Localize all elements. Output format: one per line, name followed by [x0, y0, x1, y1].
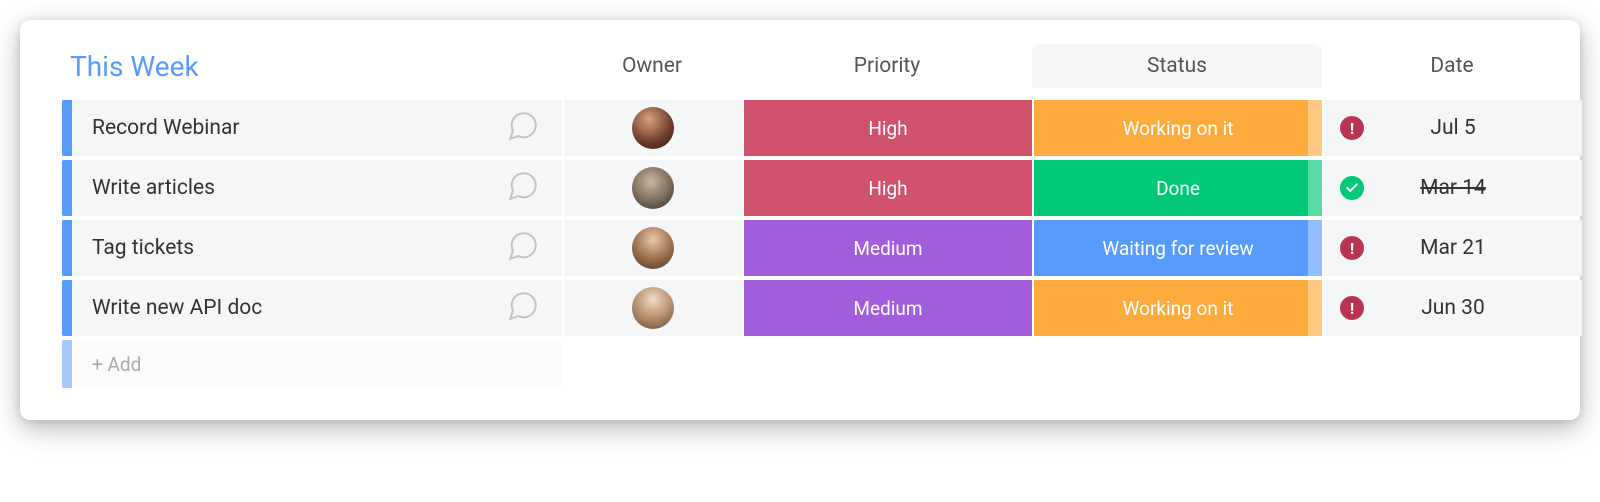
date-cell[interactable]: ! Jun 30 [1324, 280, 1582, 336]
status-column-highlight [1308, 160, 1322, 216]
status-column-highlight [1308, 280, 1322, 336]
avatar [632, 107, 674, 149]
task-name: Write new API doc [92, 296, 262, 320]
table-row: Record Webinar High Working on it! Jul 5 [62, 100, 1544, 156]
status-label: Waiting for review [1102, 237, 1253, 260]
col-header-status[interactable]: Status [1032, 44, 1322, 88]
task-name-cell[interactable]: Write articles [62, 160, 562, 216]
date-cell[interactable]: Mar 14 [1324, 160, 1582, 216]
group-title[interactable]: This Week [62, 50, 562, 83]
col-header-owner[interactable]: Owner [562, 44, 742, 88]
date-text: Jun 30 [1421, 296, 1485, 320]
owner-cell[interactable] [564, 160, 742, 216]
comment-icon[interactable] [506, 229, 540, 267]
date-text: Mar 14 [1420, 176, 1486, 200]
table-row: Tag tickets Medium Waiting for review! Mar … [62, 220, 1544, 276]
avatar [632, 167, 674, 209]
add-item-button[interactable]: + Add [62, 340, 562, 388]
table-row: Write articles High Done Mar 14 [62, 160, 1544, 216]
comment-icon[interactable] [506, 169, 540, 207]
priority-label: Medium [853, 297, 922, 320]
alert-icon: ! [1340, 116, 1364, 140]
table-row: Write new API doc Medium Working on it! Jun… [62, 280, 1544, 336]
priority-label: Medium [853, 237, 922, 260]
priority-label: High [868, 177, 907, 200]
avatar [632, 287, 674, 329]
comment-icon[interactable] [506, 289, 540, 327]
row-handle[interactable] [62, 280, 72, 336]
date-cell[interactable]: ! Mar 21 [1324, 220, 1582, 276]
alert-icon: ! [1340, 236, 1364, 260]
add-label: + Add [92, 353, 141, 376]
task-name-cell[interactable]: Tag tickets [62, 220, 562, 276]
owner-cell[interactable] [564, 100, 742, 156]
status-cell[interactable]: Working on it [1034, 100, 1322, 156]
status-label: Done [1156, 177, 1200, 200]
date-text: Mar 21 [1420, 236, 1486, 260]
owner-cell[interactable] [564, 220, 742, 276]
date-text: Jul 5 [1430, 116, 1475, 140]
alert-icon: ! [1340, 296, 1364, 320]
task-name: Write articles [92, 176, 215, 200]
status-cell[interactable]: Done [1034, 160, 1322, 216]
status-column-highlight [1308, 100, 1322, 156]
check-icon [1340, 176, 1364, 200]
priority-cell[interactable]: Medium [744, 280, 1032, 336]
status-label: Working on it [1123, 297, 1234, 320]
status-cell[interactable]: Working on it [1034, 280, 1322, 336]
col-header-date[interactable]: Date [1322, 44, 1582, 88]
row-handle[interactable] [62, 220, 72, 276]
comment-icon[interactable] [506, 109, 540, 147]
owner-cell[interactable] [564, 280, 742, 336]
date-cell[interactable]: ! Jul 5 [1324, 100, 1582, 156]
col-header-priority[interactable]: Priority [742, 44, 1032, 88]
priority-cell[interactable]: Medium [744, 220, 1032, 276]
priority-cell[interactable]: High [744, 100, 1032, 156]
priority-cell[interactable]: High [744, 160, 1032, 216]
task-name-cell[interactable]: Write new API doc [62, 280, 562, 336]
header-row: This Week Owner Priority Status Date [62, 44, 1544, 88]
task-name-cell[interactable]: Record Webinar [62, 100, 562, 156]
task-name: Tag tickets [92, 236, 194, 260]
status-column-highlight [1308, 220, 1322, 276]
avatar [632, 227, 674, 269]
task-name: Record Webinar [92, 116, 240, 140]
row-handle[interactable] [62, 160, 72, 216]
priority-label: High [868, 117, 907, 140]
row-handle [62, 340, 72, 388]
board: This Week Owner Priority Status Date Rec… [20, 20, 1580, 420]
status-cell[interactable]: Waiting for review [1034, 220, 1322, 276]
add-row: + Add [62, 340, 1544, 388]
row-handle[interactable] [62, 100, 72, 156]
status-label: Working on it [1123, 117, 1234, 140]
